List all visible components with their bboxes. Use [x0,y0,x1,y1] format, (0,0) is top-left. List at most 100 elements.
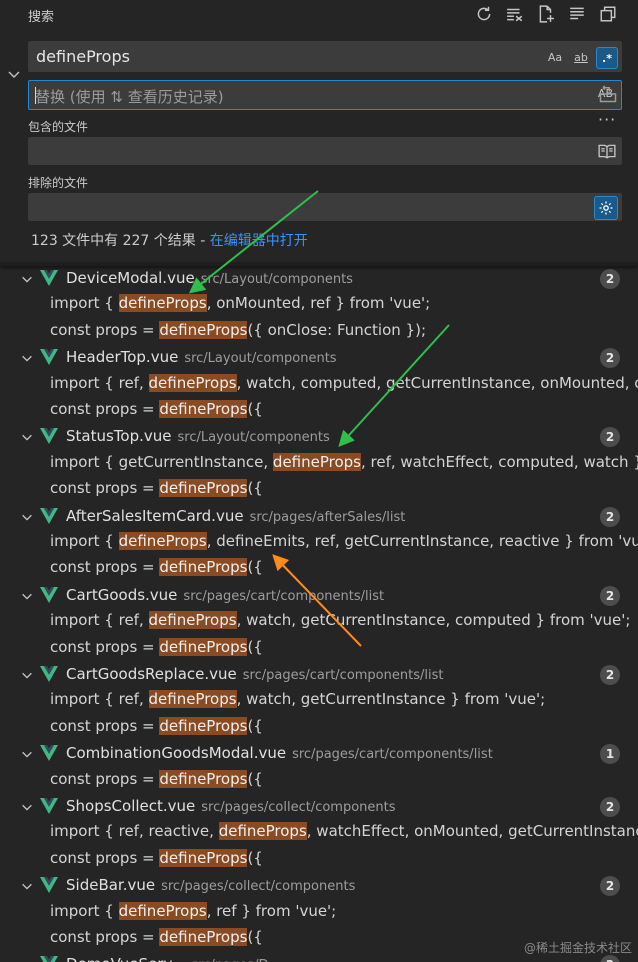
file-path: src/Layout/components [200,272,353,287]
result-file-name[interactable]: CombinationGoodsModal.vue src/pages/cart/… [66,744,493,762]
result-file-row[interactable]: CartGoodsReplace.vue src/pages/cart/compo… [0,662,638,688]
vue-file-icon [40,798,58,814]
result-file-name[interactable]: SideBar.vue src/pages/collect/components [66,876,355,894]
file-name: CartGoodsReplace.vue [66,665,237,683]
result-file-name[interactable]: DemoVueServ... src/pages/D... [66,955,281,962]
toggle-replace-chevron-icon[interactable] [6,66,24,84]
match-context: const props = [50,848,160,867]
chevron-down-icon[interactable] [20,878,34,892]
include-files-input[interactable] [28,137,622,165]
open-in-editor-link[interactable]: 在编辑器中打开 [210,233,308,249]
search-input-value[interactable]: defineProps [36,47,130,66]
include-files-label: 包含的文件 [28,120,89,134]
use-regex-toggle[interactable]: .* [596,47,618,69]
search-input[interactable]: defineProps Aa ab .* [28,41,622,72]
result-match-line[interactable]: const props = defineProps({ [50,558,638,584]
replace-all-icon[interactable] [598,84,620,106]
result-match-line[interactable]: import { ref, defineProps, watch, getCur… [50,690,638,716]
match-context: , watch, computed, getCurrentInstance, o… [236,373,638,392]
result-file-name[interactable]: ShopsCollect.vue src/pages/collect/compon… [66,797,396,815]
match-whole-word-toggle[interactable]: ab [570,47,592,67]
match-highlight: defineProps [159,479,248,498]
result-file-name[interactable]: CartGoodsReplace.vue src/pages/cart/compo… [66,665,443,683]
new-search-editor-icon[interactable] [534,2,558,26]
match-case-toggle[interactable]: Aa [544,47,566,67]
result-match-line[interactable]: import { defineProps, onMounted, ref } f… [50,294,638,320]
vue-file-icon [40,349,58,366]
result-file-row[interactable]: SideBar.vue src/pages/collect/components 2 [0,873,638,899]
match-count-badge: 2 [600,506,620,527]
exclude-files-input[interactable] [28,193,622,221]
match-context: const props = [50,716,160,735]
result-file-row[interactable]: HeaderTop.vue src/Layout/components 2 [0,345,638,371]
result-file-name[interactable]: AfterSalesItemCard.vue src/pages/afterSal… [66,507,405,525]
match-context: ({ [247,928,263,946]
replace-input[interactable]: 替换 (使用 ⇅ 查看历史记录) AB [28,80,622,110]
result-file-name[interactable]: DeviceModal.vue src/Layout/components [66,269,353,287]
match-highlight: defineProps [148,373,237,392]
chevron-down-icon[interactable] [20,746,34,760]
match-highlight: defineProps [218,822,307,841]
match-highlight: defineProps [159,928,248,946]
match-highlight: defineProps [148,611,237,630]
match-context: ({ [247,769,263,788]
result-file-name[interactable]: StatusTop.vue src/Layout/components [66,427,330,445]
toggle-search-details-icon[interactable]: ··· [598,110,616,129]
match-context: const props = [50,400,160,418]
chevron-down-icon[interactable] [20,957,34,962]
result-file-row[interactable]: ShopsCollect.vue src/pages/collect/compon… [0,794,638,820]
chevron-down-icon[interactable] [20,799,34,813]
result-match-line[interactable]: const props = defineProps({ [50,479,638,505]
results-summary: 123 文件中有 227 个结果 - 在编辑器中打开 [31,230,308,250]
match-highlight: defineProps [272,452,361,471]
result-match-line[interactable]: const props = defineProps({ [50,637,638,664]
match-highlight: defineProps [148,690,237,709]
result-match-line[interactable]: const props = defineProps({ [50,716,638,743]
open-editors-only-icon[interactable] [598,142,616,160]
result-match-line[interactable]: import { getCurrentInstance, defineProps… [50,452,638,479]
watermark: @稀土掘金技术社区 [523,941,632,955]
view-as-tree-icon[interactable] [596,2,620,26]
file-name: CartGoods.vue [66,585,178,604]
exclude-files-label: 排除的文件 [28,176,89,190]
result-match-line[interactable]: const props = defineProps({ [50,400,638,426]
result-file-row[interactable]: DeviceModal.vue src/Layout/components 2 [0,266,638,292]
match-highlight: defineProps [118,294,207,313]
clear-results-icon[interactable] [503,2,527,26]
chevron-down-icon[interactable] [20,429,34,443]
file-path: src/pages/cart/components/list [183,588,385,604]
result-match-line[interactable]: import { defineProps, ref } from 'vue'; [50,901,638,928]
results-tree: DeviceModal.vue src/Layout/components 2 imp… [0,266,638,962]
result-match-line[interactable]: import { ref, reactive, defineProps, wat… [50,822,638,848]
result-match-line[interactable]: import { ref, defineProps, watch, getCur… [50,611,638,637]
chevron-down-icon[interactable] [20,271,34,285]
collapse-all-icon[interactable] [565,2,589,26]
chevron-down-icon[interactable] [20,509,34,523]
result-file-row[interactable]: StatusTop.vue src/Layout/components 2 [0,424,638,450]
match-context: , ref } from 'vue'; [206,901,337,920]
vue-file-icon [40,507,58,524]
match-highlight: defineProps [118,532,207,550]
result-match-line[interactable]: const props = defineProps({ [50,769,638,796]
result-file-name[interactable]: HeaderTop.vue src/Layout/components [66,348,337,366]
result-match-line[interactable]: import { defineProps, defineEmits, ref, … [50,532,638,558]
result-match-line[interactable]: const props = defineProps({ [50,848,638,875]
result-file-name[interactable]: CartGoods.vue src/pages/cart/components/l… [66,586,384,604]
match-context: const props = [50,769,160,788]
refresh-icon[interactable] [472,2,496,26]
chevron-down-icon[interactable] [20,667,34,681]
match-count-badge: 2 [600,797,620,817]
chevron-down-icon[interactable] [20,350,34,364]
match-context: import { getCurrentInstance, [50,452,273,471]
match-context: ({ onClose: Function }); [247,320,427,339]
use-exclude-settings-icon[interactable] [594,196,618,220]
result-match-line[interactable]: import { ref, defineProps, watch, comput… [50,373,638,400]
chevron-down-icon[interactable] [20,588,34,602]
match-count-badge: 2 [600,955,620,962]
file-name: ShopsCollect.vue [66,797,196,815]
result-file-row[interactable]: CartGoods.vue src/pages/cart/components/l… [0,583,638,609]
match-context: const props = [50,320,160,339]
result-match-line[interactable]: const props = defineProps({ onClose: Fun… [50,320,638,347]
result-file-row[interactable]: CombinationGoodsModal.vue src/pages/cart/… [0,741,638,767]
result-file-row[interactable]: AfterSalesItemCard.vue src/pages/afterSal… [0,504,638,530]
